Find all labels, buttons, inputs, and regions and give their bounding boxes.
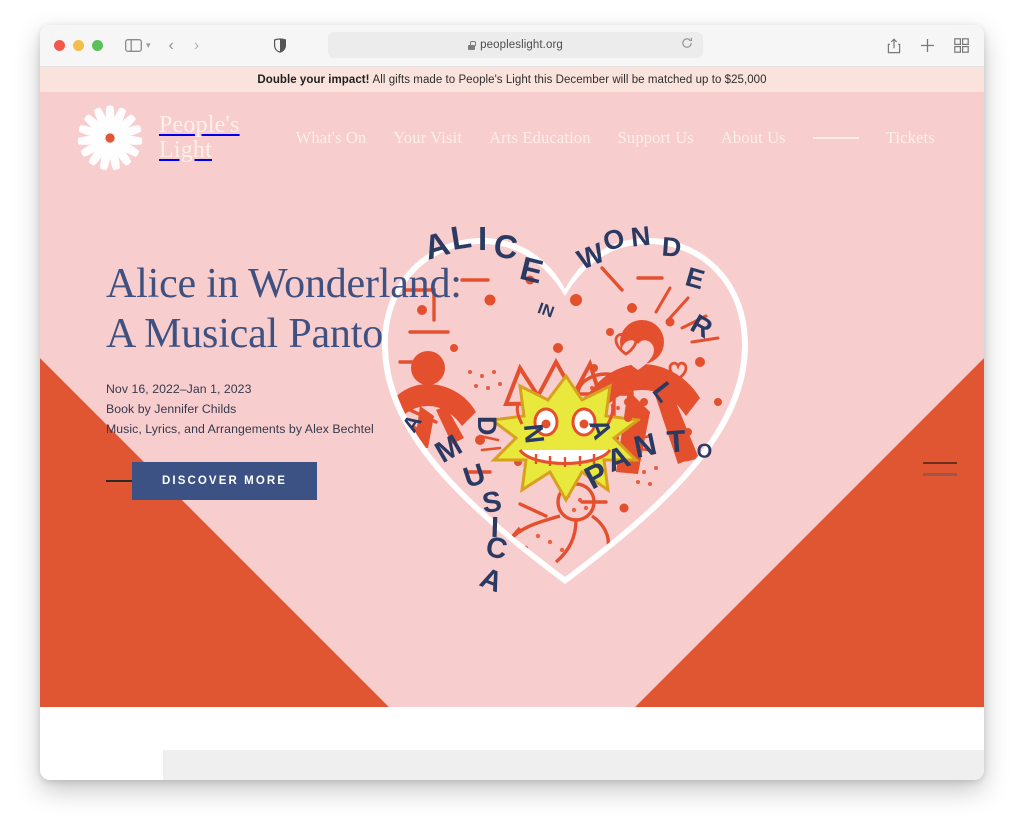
brand-line-1: People's	[159, 111, 240, 138]
hero-dates: Nov 16, 2022–Jan 1, 2023	[106, 382, 252, 397]
lock-icon	[468, 40, 476, 50]
cta-row: DISCOVER MORE	[106, 461, 462, 500]
lettering-alice-c: C	[492, 227, 520, 266]
maximize-window-button[interactable]	[92, 40, 103, 51]
sidebar-icon	[125, 39, 142, 52]
hero-meta: Nov 16, 2022–Jan 1, 2023 Book by Jennife…	[106, 380, 462, 440]
privacy-shield-icon[interactable]	[273, 38, 287, 53]
carousel-indicator-1[interactable]	[923, 462, 957, 465]
nav-item-support-us[interactable]: Support Us	[618, 128, 694, 148]
content-placeholder-block	[163, 750, 984, 780]
carousel-indicators	[923, 462, 957, 476]
screenshot-stage: ▾ ‹ › peopleslight.org Double your impac…	[0, 0, 1024, 829]
window-controls	[40, 40, 103, 51]
cta-dash-marker	[106, 479, 132, 482]
hero-title: Alice in Wonderland: A Musical Panto	[106, 261, 462, 357]
page-below-hero	[40, 707, 984, 780]
lettering-d2: D	[472, 416, 502, 436]
hero-music-credit: Music, Lyrics, and Arrangements by Alex …	[106, 421, 374, 436]
lettering-n2: N	[518, 422, 550, 445]
carousel-indicator-2[interactable]	[923, 473, 957, 476]
main-navigation: What's On Your Visit Arts Education Supp…	[296, 126, 984, 150]
back-button[interactable]: ‹	[169, 37, 174, 54]
browser-window: ▾ ‹ › peopleslight.org Double your impac…	[40, 25, 984, 780]
share-icon[interactable]	[887, 37, 901, 54]
navigation-arrows: ‹ ›	[169, 37, 200, 54]
lettering-alice-l: L	[448, 217, 474, 257]
site-logo[interactable]: People's Light	[74, 102, 240, 174]
sidebar-toggle-button[interactable]: ▾	[125, 39, 151, 52]
toolbar-right-actions	[887, 25, 969, 66]
lettering-alice-i: I	[478, 220, 487, 257]
plus-icon[interactable]	[920, 38, 935, 53]
lettering-t: T	[666, 423, 687, 459]
nav-divider	[812, 137, 859, 139]
brand-wordmark: People's Light	[159, 111, 240, 163]
lettering-n: N	[629, 221, 652, 253]
forward-button[interactable]: ›	[194, 37, 199, 54]
browser-toolbar: ▾ ‹ › peopleslight.org	[40, 25, 984, 67]
nav-item-arts-education[interactable]: Arts Education	[489, 128, 591, 148]
nav-item-your-visit[interactable]: Your Visit	[393, 128, 462, 148]
banner-bold-text: Double your impact!	[257, 73, 370, 86]
nav-item-tickets[interactable]: Tickets	[886, 128, 935, 148]
lettering-a3: A	[475, 562, 506, 592]
close-window-button[interactable]	[54, 40, 65, 51]
brand-line-2: Light	[159, 137, 212, 163]
hero-section: People's Light What's On Your Visit Arts…	[40, 92, 984, 707]
minimize-window-button[interactable]	[73, 40, 84, 51]
discover-more-button[interactable]: DISCOVER MORE	[132, 461, 318, 500]
lettering-d: D	[661, 232, 683, 263]
lettering-o2: O	[696, 440, 714, 464]
nav-item-whats-on[interactable]: What's On	[296, 128, 367, 148]
hero-book-credit: Book by Jennifer Childs	[106, 402, 237, 416]
sunburst-logo-icon	[74, 102, 146, 174]
banner-text: All gifts made to People's Light this De…	[372, 73, 767, 86]
url-display: peopleslight.org	[468, 39, 563, 51]
address-bar[interactable]: peopleslight.org	[328, 32, 703, 58]
hero-copy: Alice in Wonderland: A Musical Panto Nov…	[106, 260, 462, 500]
donation-banner[interactable]: Double your impact! All gifts made to Pe…	[40, 67, 984, 92]
url-text: peopleslight.org	[480, 39, 563, 51]
reload-icon[interactable]	[681, 36, 693, 54]
site-header: People's Light What's On Your Visit Arts…	[40, 92, 984, 184]
nav-item-about-us[interactable]: About Us	[721, 128, 786, 148]
tab-grid-icon[interactable]	[954, 38, 969, 53]
chevron-down-icon: ▾	[146, 40, 151, 50]
